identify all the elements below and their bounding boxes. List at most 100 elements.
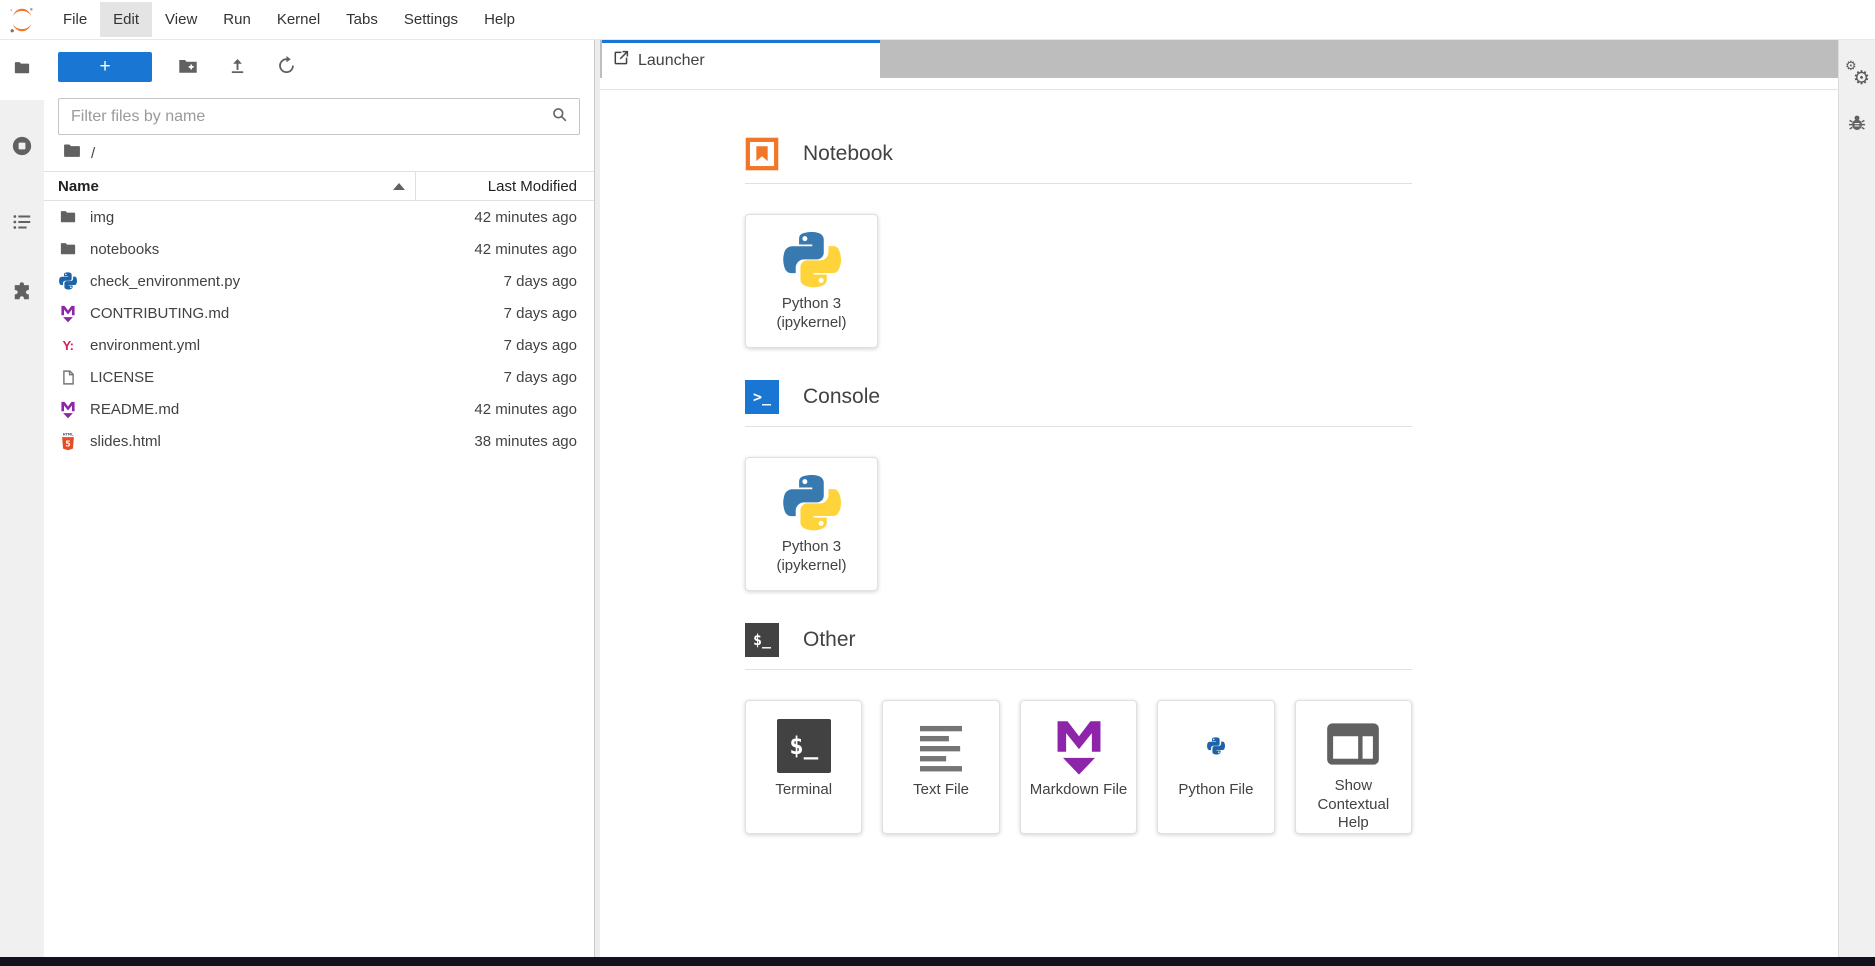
terminal-icon: $_ — [777, 701, 831, 781]
file-row[interactable]: img42 minutes ago — [44, 201, 594, 233]
file-browser-panel: + / Name Last Modified im — [44, 40, 595, 957]
column-last-modified[interactable]: Last Modified — [429, 178, 577, 195]
file-modified: 7 days ago — [504, 273, 577, 290]
menu-item-kernel[interactable]: Kernel — [264, 2, 333, 37]
menu-item-run[interactable]: Run — [210, 2, 264, 37]
activity-tab-debugger-icon[interactable] — [1846, 110, 1868, 140]
menu-item-settings[interactable]: Settings — [391, 2, 471, 37]
debugger-icon — [1846, 112, 1868, 139]
card-label: Markdown File — [1024, 781, 1134, 800]
file-modified: 42 minutes ago — [474, 241, 577, 258]
folder-icon — [58, 207, 78, 227]
contextual-help-icon — [1322, 701, 1384, 777]
column-name[interactable]: Name — [58, 178, 393, 195]
section-header: $_Other — [745, 623, 1412, 657]
notebook-icon — [745, 137, 779, 171]
section-divider — [745, 426, 1412, 427]
file-icon — [58, 367, 78, 387]
new-folder-icon — [177, 55, 199, 80]
launcher-card-markdown-file[interactable]: Markdown File — [1020, 700, 1137, 834]
launcher-section-console: >_Console Python 3 (ipykernel) — [745, 380, 1412, 591]
launcher-card-python-3[interactable]: Python 3 (ipykernel) — [745, 457, 878, 591]
launcher-card-python-file[interactable]: Python File — [1157, 700, 1274, 834]
menu-item-file[interactable]: File — [50, 2, 100, 37]
menu-items: FileEditViewRunKernelTabsSettingsHelp — [50, 2, 528, 37]
card-row: Python 3 (ipykernel) — [745, 457, 1412, 591]
running-kernels-icon — [11, 135, 33, 162]
filter-box — [58, 98, 580, 135]
file-name: README.md — [90, 401, 474, 418]
file-name: img — [90, 209, 474, 226]
right-activity-bar: ⚙⚙ — [1838, 40, 1875, 957]
section-title: Console — [803, 385, 880, 409]
file-row[interactable]: check_environment.py7 days ago — [44, 265, 594, 297]
card-label: Text File — [907, 781, 975, 800]
filter-files-input[interactable] — [71, 108, 550, 126]
sort-ascending-icon — [393, 183, 405, 190]
file-row[interactable]: HTML5 slides.html38 minutes ago — [44, 425, 594, 457]
launcher-card-terminal[interactable]: $_Terminal — [745, 700, 862, 834]
activity-tab-table-of-contents-icon[interactable] — [0, 194, 44, 254]
extensions-icon — [11, 281, 33, 308]
launcher-card-python-3[interactable]: Python 3 (ipykernel) — [745, 214, 878, 348]
card-label: Python 3 (ipykernel) — [770, 295, 852, 333]
launcher-card-text-file[interactable]: Text File — [882, 700, 999, 834]
card-row: Python 3 (ipykernel) — [745, 214, 1412, 348]
python-file-icon — [1207, 701, 1225, 781]
html-icon: HTML5 — [58, 431, 78, 451]
section-divider — [745, 669, 1412, 670]
folder-icon — [62, 141, 82, 166]
folder-icon — [13, 59, 31, 82]
folder-icon — [58, 239, 78, 259]
main-dock-panel: Launcher NotebookPython 3 (ipykernel)>_C… — [600, 40, 1838, 957]
activity-tab-extensions-icon[interactable] — [0, 264, 44, 324]
file-modified: 42 minutes ago — [474, 401, 577, 418]
jupyter-logo — [8, 6, 36, 34]
svg-text:HTML: HTML — [63, 432, 74, 436]
file-modified: 7 days ago — [504, 337, 577, 354]
file-row[interactable]: notebooks42 minutes ago — [44, 233, 594, 265]
upload-button[interactable] — [215, 52, 259, 82]
file-modified: 38 minutes ago — [474, 433, 577, 450]
python-logo-icon — [783, 458, 841, 538]
python-logo-icon — [783, 215, 841, 295]
markdown-icon — [58, 399, 78, 419]
menu-item-help[interactable]: Help — [471, 2, 528, 37]
refresh-button[interactable] — [264, 52, 308, 82]
property-inspector-icon: ⚙⚙ — [1844, 62, 1870, 88]
file-name: slides.html — [90, 433, 474, 450]
menu-item-edit[interactable]: Edit — [100, 2, 152, 37]
activity-tab-property-inspector-icon[interactable]: ⚙⚙ — [1844, 60, 1870, 90]
new-launcher-button[interactable]: + — [58, 52, 152, 82]
file-modified: 7 days ago — [504, 369, 577, 386]
breadcrumb[interactable]: / — [44, 135, 594, 171]
activity-tab-running-kernels-icon[interactable] — [0, 118, 44, 178]
section-header: Notebook — [745, 137, 1412, 171]
file-row[interactable]: CONTRIBUTING.md7 days ago — [44, 297, 594, 329]
markdown-icon — [58, 303, 78, 323]
activity-tab-folder-icon[interactable] — [0, 40, 44, 100]
listing-header: Name Last Modified — [44, 171, 594, 201]
file-browser-toolbar: + — [44, 40, 594, 88]
file-row[interactable]: Y:environment.yml7 days ago — [44, 329, 594, 361]
file-row[interactable]: LICENSE7 days ago — [44, 361, 594, 393]
file-row[interactable]: README.md42 minutes ago — [44, 393, 594, 425]
launcher-card-show-contextual-help[interactable]: Show Contextual Help — [1295, 700, 1412, 834]
markdown-file-icon — [1050, 701, 1108, 781]
menubar: FileEditViewRunKernelTabsSettingsHelp — [0, 0, 1875, 40]
section-title: Other — [803, 628, 856, 652]
new-folder-button[interactable] — [166, 52, 210, 82]
tab-bar: Launcher — [600, 40, 1838, 78]
column-divider[interactable] — [415, 172, 416, 200]
menu-item-tabs[interactable]: Tabs — [333, 2, 391, 37]
file-listing: img42 minutes agonotebooks42 minutes ago… — [44, 201, 594, 457]
launcher-panel: Notebook Python 3 (ipykernel) >_Console Pyt… — [600, 91, 1838, 957]
menu-item-view[interactable]: View — [152, 2, 210, 37]
section-header: >_Console — [745, 380, 1412, 414]
tab-launcher[interactable]: Launcher — [602, 40, 880, 78]
file-name: check_environment.py — [90, 273, 504, 290]
file-name: LICENSE — [90, 369, 504, 386]
yaml-icon: Y: — [58, 335, 78, 355]
tab-label: Launcher — [638, 52, 705, 70]
breadcrumb-root: / — [91, 145, 95, 162]
